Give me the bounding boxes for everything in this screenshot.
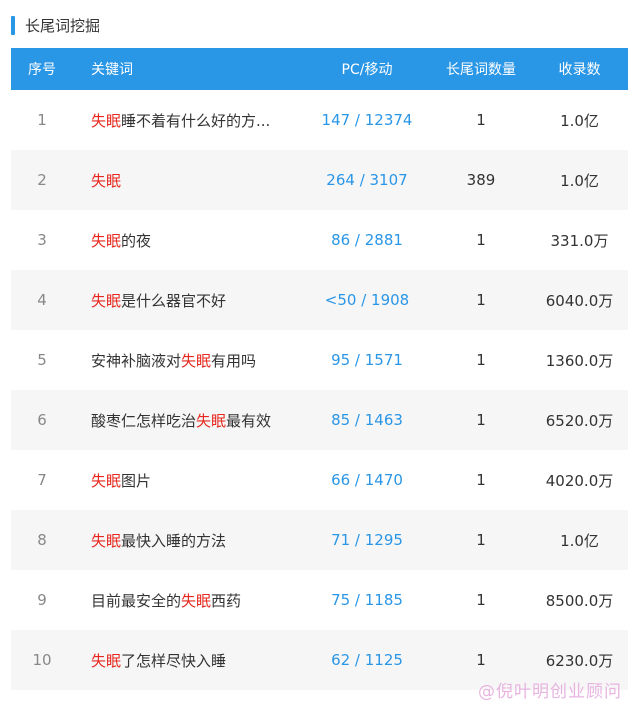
row-indexed-count: 6230.0万 xyxy=(545,651,614,670)
keyword-prefix: 酸枣仁怎样吃治 xyxy=(91,411,197,430)
row-pc-mobile[interactable]: 95 / 1571 xyxy=(303,351,431,369)
keyword-highlight: 失眠 xyxy=(181,351,212,370)
row-index: 9 xyxy=(37,591,47,609)
row-longtail-count: 1 xyxy=(476,471,486,489)
row-pc-mobile[interactable]: 62 / 1125 xyxy=(303,651,431,669)
row-longtail-count: 1 xyxy=(476,651,486,669)
row-longtail-count: 1 xyxy=(476,291,486,309)
row-index: 6 xyxy=(37,411,47,429)
keyword-highlight: 失眠 xyxy=(91,651,122,670)
row-pc-mobile[interactable]: 264 / 3107 xyxy=(303,171,431,189)
header-pc-mobile: PC/移动 xyxy=(341,62,393,78)
row-keyword[interactable]: 酸枣仁怎样吃治失眠最有效 xyxy=(73,410,303,431)
row-keyword[interactable]: 失眠 xyxy=(73,170,303,191)
row-longtail-count: 1 xyxy=(476,531,486,549)
row-indexed-count: 1360.0万 xyxy=(545,351,614,370)
keyword-suffix: 了怎样尽快入睡 xyxy=(121,651,227,670)
row-indexed-count: 1.0亿 xyxy=(560,111,599,130)
table-row: 8 失眠最快入睡的方法 71 / 1295 1 1.0亿 xyxy=(11,510,628,570)
row-indexed-count: 6520.0万 xyxy=(545,411,614,430)
table-row: 1 失眠睡不着有什么好的方... 147 / 12374 1 1.0亿 xyxy=(11,90,628,150)
keyword-suffix: 最快入睡的方法 xyxy=(121,531,227,550)
row-index: 10 xyxy=(32,651,52,669)
keyword-suffix: 是什么器官不好 xyxy=(121,291,227,310)
header-index: 序号 xyxy=(28,62,56,78)
row-indexed-count: 1.0亿 xyxy=(560,531,599,550)
keyword-highlight: 失眠 xyxy=(91,171,122,190)
keyword-highlight: 失眠 xyxy=(91,291,122,310)
keyword-highlight: 失眠 xyxy=(91,471,122,490)
keyword-prefix: 目前最安全的 xyxy=(91,591,182,610)
section-title: 长尾词挖掘 xyxy=(25,16,101,35)
keyword-highlight: 失眠 xyxy=(91,531,122,550)
section-header: 长尾词挖掘 xyxy=(11,14,100,36)
table-body: 1 失眠睡不着有什么好的方... 147 / 12374 1 1.0亿 2 失眠 264 / … xyxy=(11,90,628,690)
keyword-suffix: 西药 xyxy=(211,591,242,610)
watermark: @倪叶明创业顾问 xyxy=(478,682,622,702)
row-index: 2 xyxy=(37,171,47,189)
row-keyword[interactable]: 失眠最快入睡的方法 xyxy=(73,530,303,551)
row-index: 1 xyxy=(37,111,47,129)
row-keyword[interactable]: 失眠是什么器官不好 xyxy=(73,290,303,311)
keyword-suffix: 的夜 xyxy=(121,231,152,250)
row-indexed-count: 331.0万 xyxy=(550,231,609,250)
row-pc-mobile[interactable]: <50 / 1908 xyxy=(303,291,431,309)
keyword-suffix: 有用吗 xyxy=(211,351,257,370)
row-longtail-count: 1 xyxy=(476,111,486,129)
keyword-highlight: 失眠 xyxy=(91,111,122,130)
row-pc-mobile[interactable]: 66 / 1470 xyxy=(303,471,431,489)
keyword-suffix: 图片 xyxy=(121,471,152,490)
row-indexed-count: 4020.0万 xyxy=(545,471,614,490)
row-longtail-count: 1 xyxy=(476,231,486,249)
row-longtail-count: 1 xyxy=(476,591,486,609)
row-keyword[interactable]: 失眠了怎样尽快入睡 xyxy=(73,650,303,671)
keyword-highlight: 失眠 xyxy=(91,231,122,250)
row-pc-mobile[interactable]: 85 / 1463 xyxy=(303,411,431,429)
keyword-suffix: 最有效 xyxy=(226,411,272,430)
row-indexed-count: 6040.0万 xyxy=(545,291,614,310)
table-header-row: 序号 关键词 PC/移动 长尾词数量 收录数 xyxy=(11,48,628,90)
row-keyword[interactable]: 目前最安全的失眠西药 xyxy=(73,590,303,611)
row-pc-mobile[interactable]: 147 / 12374 xyxy=(303,111,431,129)
row-keyword[interactable]: 失眠图片 xyxy=(73,470,303,491)
keyword-highlight: 失眠 xyxy=(196,411,227,430)
table-row: 4 失眠是什么器官不好 <50 / 1908 1 6040.0万 xyxy=(11,270,628,330)
keyword-highlight: 失眠 xyxy=(181,591,212,610)
header-indexed-count: 收录数 xyxy=(558,62,601,78)
row-pc-mobile[interactable]: 75 / 1185 xyxy=(303,591,431,609)
keyword-suffix: 睡不着有什么好的方... xyxy=(121,111,271,130)
table-row: 3 失眠的夜 86 / 2881 1 331.0万 xyxy=(11,210,628,270)
table-row: 2 失眠 264 / 3107 389 1.0亿 xyxy=(11,150,628,210)
section-accent-bar xyxy=(11,15,15,35)
row-index: 3 xyxy=(37,231,47,249)
table-row: 9 目前最安全的失眠西药 75 / 1185 1 8500.0万 xyxy=(11,570,628,630)
row-index: 4 xyxy=(37,291,47,309)
row-keyword[interactable]: 安神补脑液对失眠有用吗 xyxy=(73,350,303,371)
row-index: 5 xyxy=(37,351,47,369)
row-longtail-count: 1 xyxy=(476,351,486,369)
header-keyword: 关键词 xyxy=(91,62,133,78)
header-longtail-count: 长尾词数量 xyxy=(446,62,516,78)
row-keyword[interactable]: 失眠睡不着有什么好的方... xyxy=(73,110,303,131)
row-longtail-count: 1 xyxy=(476,411,486,429)
row-indexed-count: 8500.0万 xyxy=(545,591,614,610)
table-row: 7 失眠图片 66 / 1470 1 4020.0万 xyxy=(11,450,628,510)
keyword-table: 序号 关键词 PC/移动 长尾词数量 收录数 1 失眠睡不着有什么好的方... 14… xyxy=(11,48,628,690)
table-row: 5 安神补脑液对失眠有用吗 95 / 1571 1 1360.0万 xyxy=(11,330,628,390)
row-pc-mobile[interactable]: 71 / 1295 xyxy=(303,531,431,549)
row-index: 7 xyxy=(37,471,47,489)
table-row: 6 酸枣仁怎样吃治失眠最有效 85 / 1463 1 6520.0万 xyxy=(11,390,628,450)
row-pc-mobile[interactable]: 86 / 2881 xyxy=(303,231,431,249)
row-indexed-count: 1.0亿 xyxy=(560,171,599,190)
row-index: 8 xyxy=(37,531,47,549)
keyword-prefix: 安神补脑液对 xyxy=(91,351,182,370)
row-keyword[interactable]: 失眠的夜 xyxy=(73,230,303,251)
row-longtail-count: 389 xyxy=(466,171,496,189)
